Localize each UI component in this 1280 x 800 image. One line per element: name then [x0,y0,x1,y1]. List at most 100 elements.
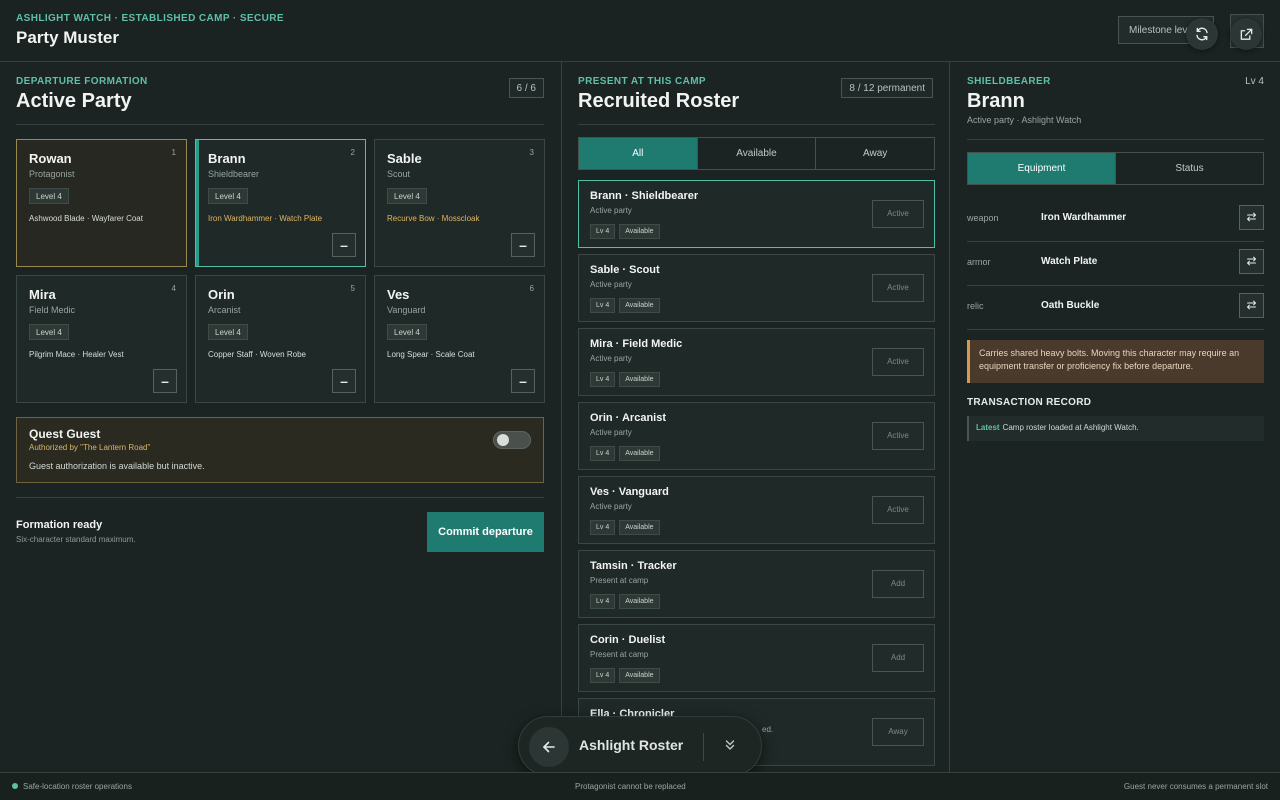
guest-toggle[interactable] [493,431,531,449]
commit-departure-button[interactable]: Commit departure [427,512,544,552]
tab-all[interactable]: All [579,138,698,169]
roster-action-button[interactable]: Active [872,496,924,524]
toggle-knob [497,434,509,446]
swap-equipment-button[interactable]: ⇄ [1239,293,1264,318]
party-card-mira[interactable]: 4 Mira Field Medic Level 4 Pilgrim Mace … [16,275,187,403]
party-card-sable[interactable]: 3 Sable Scout Level 4 Recurve Bow · Moss… [374,139,545,267]
roster-sub: Active party [590,428,632,437]
app-header: ASHLIGHT WATCH · ESTABLISHED CAMP · SECU… [0,0,1280,62]
member-name: Orin [208,287,235,302]
member-name: Sable [387,151,422,166]
guest-title: Quest Guest [29,427,101,441]
back-button[interactable] [529,727,569,767]
remove-member-button[interactable]: – [511,233,535,257]
tab-equipment[interactable]: Equipment [968,153,1116,184]
roster-row[interactable]: Mira · Field Medic Active party Lv 4 Avai… [578,328,935,396]
roster-action-button[interactable]: Active [872,422,924,450]
tab-available[interactable]: Available [698,138,817,169]
detail-tabs: Equipment Status [967,152,1264,185]
remove-member-button[interactable]: – [332,369,356,393]
level-chip: Lv 4 [590,372,616,387]
party-card-rowan[interactable]: 1 Rowan Protagonist Level 4 Ashwood Blad… [16,139,187,267]
swap-equipment-button[interactable]: ⇄ [1239,205,1264,230]
dock-divider [703,733,704,761]
add-to-party-button[interactable]: Add [872,644,924,672]
roster-name: Corin · Duelist [590,634,666,646]
roster-action-button[interactable]: Active [872,348,924,376]
roster-sub: ed. [762,725,774,734]
tab-away[interactable]: Away [816,138,934,169]
page-title: Party Muster [16,28,119,47]
roster-row[interactable]: Brann · Shieldbearer Active party Lv 4 Av… [578,180,935,248]
remove-member-button[interactable]: – [332,233,356,257]
roster-row[interactable]: Tamsin · Tracker Present at camp Lv 4 Ava… [578,550,935,618]
level-chip: Lv 4 [590,298,616,313]
status-chip: Available [619,298,660,313]
equipment-slot: armor [967,257,991,267]
footer-right-text: Guest never consumes a permanent slot [1123,782,1268,791]
active-party-panel: DEPARTURE FORMATION Active Party 6 / 6 1… [0,62,560,772]
party-card-orin[interactable]: 5 Orin Arcanist Level 4 Copper Staff · W… [195,275,366,403]
member-gear: Long Spear · Scale Coat [387,350,475,359]
member-gear: Ashwood Blade · Wayfarer Coat [29,214,143,223]
level-chip: Lv 4 [590,224,616,239]
divider [16,124,544,125]
equipment-item: Oath Buckle [1041,300,1100,311]
guest-authorization: Authorized by "The Lantern Road" [29,443,151,452]
refresh-button[interactable] [1186,18,1218,50]
slot-number: 3 [529,148,534,157]
roster-action-button[interactable]: Active [872,274,924,302]
detail-level: Lv 4 [1245,76,1264,87]
divider [16,497,544,498]
roster-action-button[interactable]: Active [872,200,924,228]
collapse-dock-button[interactable] [723,738,743,756]
external-link-icon [1240,28,1252,40]
status-chip: Available [619,372,660,387]
level-chip: Lv 4 [590,520,616,535]
roster-row[interactable]: Corin · Duelist Present at camp Lv 4 Avai… [578,624,935,692]
equipment-slot: weapon [967,213,999,223]
recruited-roster-panel: PRESENT AT THIS CAMP Recruited Roster 8 … [561,62,950,772]
transaction-text: Camp roster loaded at Ashlight Watch. [1002,423,1139,432]
status-chip: Available [619,668,660,683]
swap-equipment-button[interactable]: ⇄ [1239,249,1264,274]
party-card-ves[interactable]: 6 Ves Vanguard Level 4 Long Spear · Scal… [374,275,545,403]
roster-sub: Active party [590,502,632,511]
roster-dock: Ashlight Roster [518,716,762,776]
transaction-record-title: TRANSACTION RECORD [967,397,1092,408]
member-name: Ves [387,287,410,302]
footer-center-text: Protagonist cannot be replaced [575,782,686,791]
arrow-left-icon [543,741,555,753]
roster-action-button[interactable]: Away [872,718,924,746]
status-chip: Available [619,446,660,461]
equipment-slot: relic [967,301,984,311]
member-role: Field Medic [29,305,76,315]
equipment-warning: Carries shared heavy bolts. Moving this … [967,340,1264,383]
roster-name: Brann · Shieldbearer [590,190,699,202]
roster-name: Orin · Arcanist [590,412,666,424]
level-chip: Lv 4 [590,446,616,461]
status-chip: Available [619,224,660,239]
member-name: Brann [208,151,246,166]
remove-member-button[interactable]: – [511,369,535,393]
roster-row[interactable]: Ves · Vanguard Active party Lv 4 Availabl… [578,476,935,544]
level-badge: Level 4 [208,324,248,340]
member-gear: Copper Staff · Woven Robe [208,350,306,359]
party-count-badge: 6 / 6 [508,78,544,98]
roster-row[interactable]: Sable · Scout Active party Lv 4 Available… [578,254,935,322]
equipment-item: Iron Wardhammer [1041,212,1127,223]
roster-sub: Present at camp [590,576,649,585]
formation-ready-subtitle: Six-character standard maximum. [16,535,136,544]
tab-status[interactable]: Status [1116,153,1263,184]
remove-member-button[interactable]: – [153,369,177,393]
party-card-brann[interactable]: 2 Brann Shieldbearer Level 4 Iron Wardha… [195,139,366,267]
refresh-icon [1196,27,1208,41]
section-title: Active Party [16,90,132,112]
add-to-party-button[interactable]: Add [872,570,924,598]
member-role: Protagonist [29,169,75,179]
detail-name: Brann [967,90,1025,112]
member-gear: Pilgrim Mace · Healer Vest [29,350,124,359]
roster-name: Sable · Scout [590,264,660,276]
external-link-button[interactable] [1230,18,1262,50]
roster-row[interactable]: Orin · Arcanist Active party Lv 4 Availab… [578,402,935,470]
